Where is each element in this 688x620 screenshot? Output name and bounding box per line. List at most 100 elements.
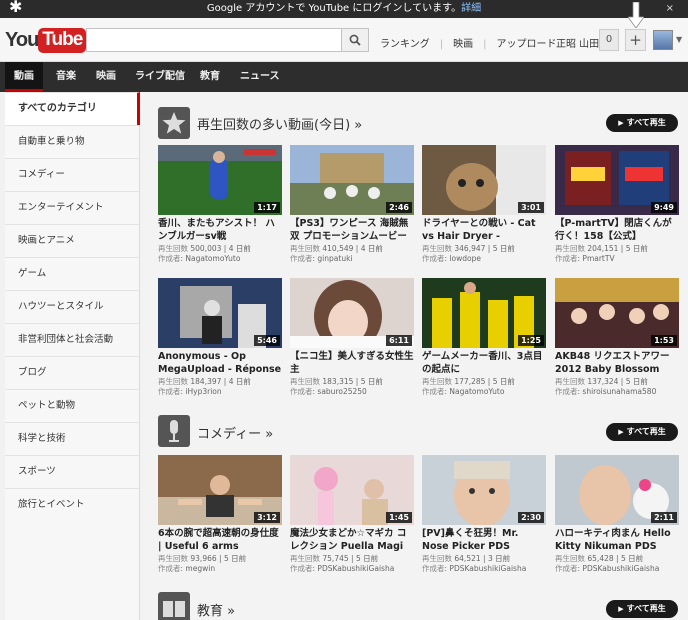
section-title-popular[interactable]: 再生回数の多い動画(今日) »: [197, 114, 362, 133]
login-message: Google アカウントで YouTube にログインしています。: [206, 3, 462, 14]
video-meta: 再生回数 410,549 | 4 日前 作成者: ginpatuki: [290, 244, 383, 263]
play-all-button[interactable]: ▶ すべて再生: [606, 600, 678, 618]
video-author[interactable]: PDSKabushikiGaisha: [582, 564, 659, 573]
video-thumbnail[interactable]: 3:01: [422, 145, 546, 215]
video-thumbnail[interactable]: 1:53: [555, 278, 679, 348]
tab-videos[interactable]: 動画: [5, 62, 43, 92]
video-thumbnail[interactable]: 2:11: [555, 455, 679, 525]
video-thumbnail[interactable]: 1:17: [158, 145, 282, 215]
video-title[interactable]: 【P-martTV】閉店くんが行く！158【公式】: [555, 217, 679, 243]
view-count: 204,151: [587, 244, 619, 253]
user-name[interactable]: 正昭 山田: [556, 35, 599, 50]
video-duration: 1:25: [518, 335, 544, 346]
play-all-button[interactable]: ▶ すべて再生: [606, 423, 678, 441]
category-science[interactable]: 科学と技術: [5, 422, 140, 455]
play-icon: ▶: [618, 119, 624, 127]
video-thumbnail[interactable]: 6:11: [290, 278, 414, 348]
video-title[interactable]: 香川、またもアシスト！ ハンブルガーsv戦: [158, 217, 282, 243]
video-thumbnail[interactable]: 1:45: [290, 455, 414, 525]
video-thumbnail[interactable]: 1:25: [422, 278, 546, 348]
category-comedy[interactable]: コメディー: [5, 158, 140, 191]
video-thumbnail[interactable]: 2:46: [290, 145, 414, 215]
category-howto[interactable]: ハウツーとスタイル: [5, 290, 140, 323]
view-count: 137,324: [587, 377, 619, 386]
upload-age: 4 日前: [228, 244, 251, 253]
category-games[interactable]: ゲーム: [5, 257, 140, 290]
video-author[interactable]: NagatomoYuto: [449, 387, 504, 396]
video-title[interactable]: 魔法少女まどか☆マギカ コレクション Puella Magi Madoka: [290, 527, 414, 553]
video-title[interactable]: ドライヤーとの戦い - Cat vs Hair Dryer -: [422, 217, 546, 243]
section-title-education[interactable]: 教育 »: [197, 600, 235, 619]
category-blogs[interactable]: ブログ: [5, 356, 140, 389]
video-author[interactable]: iHyp3rion: [185, 387, 221, 396]
masthead: You Tube ランキング | 映画 | アップロード 正昭 山田 0 + ▼: [0, 2, 688, 62]
movies-link[interactable]: 映画: [453, 39, 473, 50]
play-all-button[interactable]: ▶ すべて再生: [606, 114, 678, 132]
video-title[interactable]: 6本の腕で超高速朝の身仕度 | Useful 6 arms: [158, 527, 282, 553]
close-notice-button[interactable]: ×: [666, 0, 674, 18]
details-link[interactable]: 詳細: [461, 3, 481, 14]
video-thumbnail[interactable]: 3:12: [158, 455, 282, 525]
youtube-logo[interactable]: You Tube: [5, 28, 87, 54]
upload-age: 4 日前: [360, 244, 383, 253]
category-nonprofit[interactable]: 非営利団体と社会活動: [5, 323, 140, 356]
video-title[interactable]: Anonymous - Op MegaUpload - Réponse à: [158, 350, 282, 376]
video-title[interactable]: ハローキティ肉まん Hello Kitty Nikuman PDS: [555, 527, 679, 553]
category-pets[interactable]: ペットと動物: [5, 389, 140, 422]
video-author[interactable]: megwin: [185, 564, 215, 573]
video-title[interactable]: 【PS3】ワンピース 海賊無双 プロモーションムービー第二: [290, 217, 414, 243]
ranking-link[interactable]: ランキング: [380, 39, 430, 50]
video-duration: 6:11: [386, 335, 412, 346]
login-notice-bar: ✱ Google アカウントで YouTube にログインしています。詳細 ×: [0, 0, 688, 18]
category-film[interactable]: 映画とアニメ: [5, 224, 140, 257]
chevron-down-icon[interactable]: ▼: [676, 35, 682, 44]
avatar[interactable]: [653, 30, 673, 50]
search-button[interactable]: [342, 28, 369, 52]
video-meta: 再生回数 93,966 | 5 日前 作成者: megwin: [158, 554, 247, 573]
video-author[interactable]: shiroisunahama580: [582, 387, 656, 396]
category-autos[interactable]: 自動車と乗り物: [5, 125, 140, 158]
upload-age: 5 日前: [625, 244, 648, 253]
category-all[interactable]: すべてのカテゴリ: [5, 92, 140, 125]
video-meta: 再生回数 65,428 | 5 日前 作成者: PDSKabushikiGaish…: [555, 554, 660, 573]
video-thumbnail[interactable]: 5:46: [158, 278, 282, 348]
video-title[interactable]: [PV]鼻くそ狂男！Mr. Nose Picker PDS: [422, 527, 546, 553]
video-title[interactable]: 【ニコ生】美人すぎる女性生主: [290, 350, 414, 376]
video-title[interactable]: ゲームメーカー香川、3点目の起点に: [422, 350, 546, 376]
arrow-down-icon: [628, 2, 644, 28]
guide-nav: 動画 音楽 映画 ライブ配信 教育 ニュース: [0, 62, 688, 92]
tab-news[interactable]: ニュース: [240, 62, 280, 92]
tab-movies[interactable]: 映画: [96, 62, 116, 92]
header-nav: ランキング | 映画 | アップロード: [380, 39, 557, 50]
video-author[interactable]: lowdope: [449, 254, 481, 263]
view-count: 410,549: [322, 244, 354, 253]
search-input[interactable]: [86, 28, 342, 52]
tab-music[interactable]: 音楽: [56, 62, 76, 92]
video-duration: 9:49: [651, 202, 677, 213]
tab-live[interactable]: ライブ配信: [135, 62, 185, 92]
play-icon: ▶: [618, 605, 624, 613]
view-count: 75,745: [322, 554, 349, 563]
video-title[interactable]: AKB48 リクエストアワー2012 Baby Blossom: [555, 350, 679, 376]
notification-count[interactable]: 0: [599, 29, 619, 51]
video-thumbnail[interactable]: 2:30: [422, 455, 546, 525]
video-meta: 再生回数 204,151 | 5 日前 作成者: PmartTV: [555, 244, 648, 263]
add-button[interactable]: +: [625, 29, 646, 51]
video-author[interactable]: saburo25250: [317, 387, 366, 396]
section-title-comedy[interactable]: コメディー »: [197, 423, 273, 442]
video-author[interactable]: ginpatuki: [317, 254, 352, 263]
view-count: 93,966: [190, 554, 217, 563]
category-sports[interactable]: スポーツ: [5, 455, 140, 488]
video-thumbnail[interactable]: 9:49: [555, 145, 679, 215]
video-author[interactable]: NagatomoYuto: [185, 254, 240, 263]
tab-education[interactable]: 教育: [200, 62, 220, 92]
video-author[interactable]: PmartTV: [582, 254, 614, 263]
video-author[interactable]: PDSKabushikiGaisha: [317, 564, 394, 573]
video-meta: 再生回数 64,521 | 3 日前 作成者: PDSKabushikiGaish…: [422, 554, 527, 573]
category-entertainment[interactable]: エンターテイメント: [5, 191, 140, 224]
video-duration: 1:45: [386, 512, 412, 523]
video-author[interactable]: PDSKabushikiGaisha: [449, 564, 526, 573]
upload-age: 5 日前: [492, 377, 515, 386]
category-travel[interactable]: 旅行とイベント: [5, 488, 140, 521]
upload-link[interactable]: アップロード: [496, 39, 556, 50]
